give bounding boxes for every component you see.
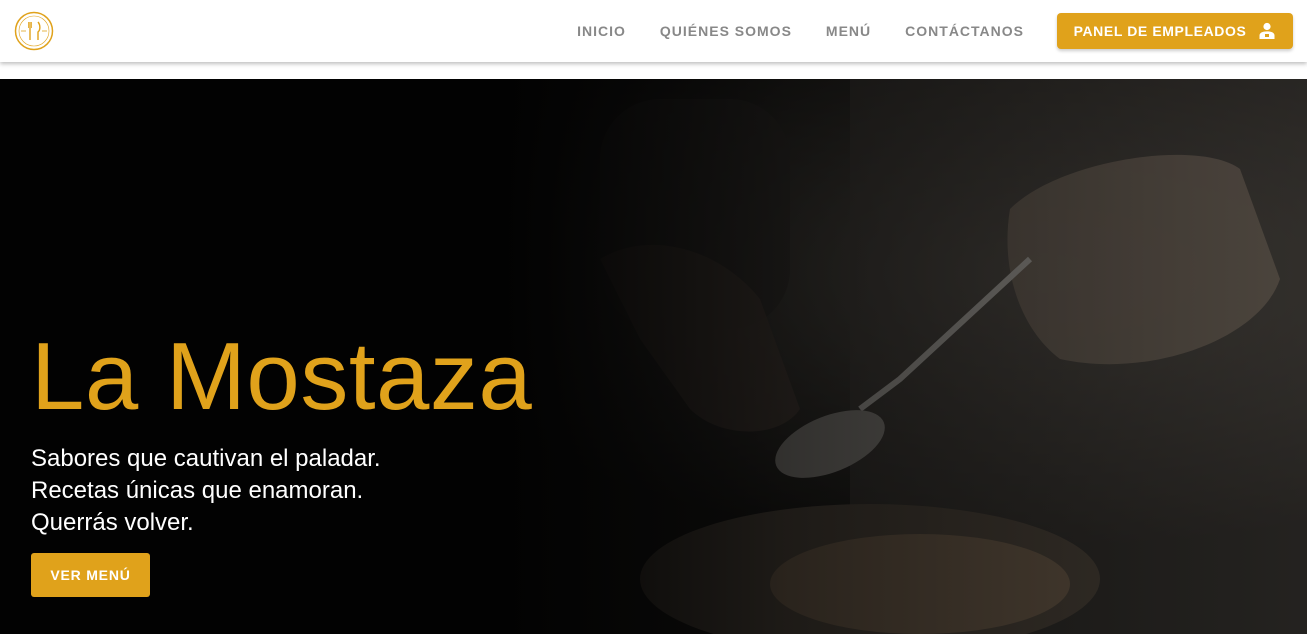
employee-panel-label: PANEL DE EMPLEADOS [1073,23,1247,39]
main-nav: INICIO QUIÉNES SOMOS MENÚ CONTÁCTANOS [543,0,1024,62]
nav-link-inicio[interactable]: INICIO [577,23,626,39]
hero-tagline: Sabores que cautivan el paladar. Recetas… [31,443,381,539]
hero-title: La Mostaza [31,323,533,430]
tagline-line-2: Recetas únicas que enamoran. [31,477,364,504]
hero-section: La Mostaza Sabores que cautivan el palad… [0,79,1307,634]
nav-link-menu[interactable]: MENÚ [826,23,871,39]
nav-link-contactanos[interactable]: CONTÁCTANOS [905,23,1024,39]
view-menu-button[interactable]: VER MENÚ [31,553,150,597]
tagline-line-1: Sabores que cautivan el paladar. [31,445,381,472]
employee-panel-button[interactable]: PANEL DE EMPLEADOS [1057,13,1293,49]
employee-icon [1258,22,1276,40]
navbar: INICIO QUIÉNES SOMOS MENÚ CONTÁCTANOS PA… [0,0,1307,62]
restaurant-logo-icon[interactable] [14,11,54,51]
tagline-line-3: Querrás volver. [31,509,194,536]
nav-link-quienes-somos[interactable]: QUIÉNES SOMOS [660,23,792,39]
